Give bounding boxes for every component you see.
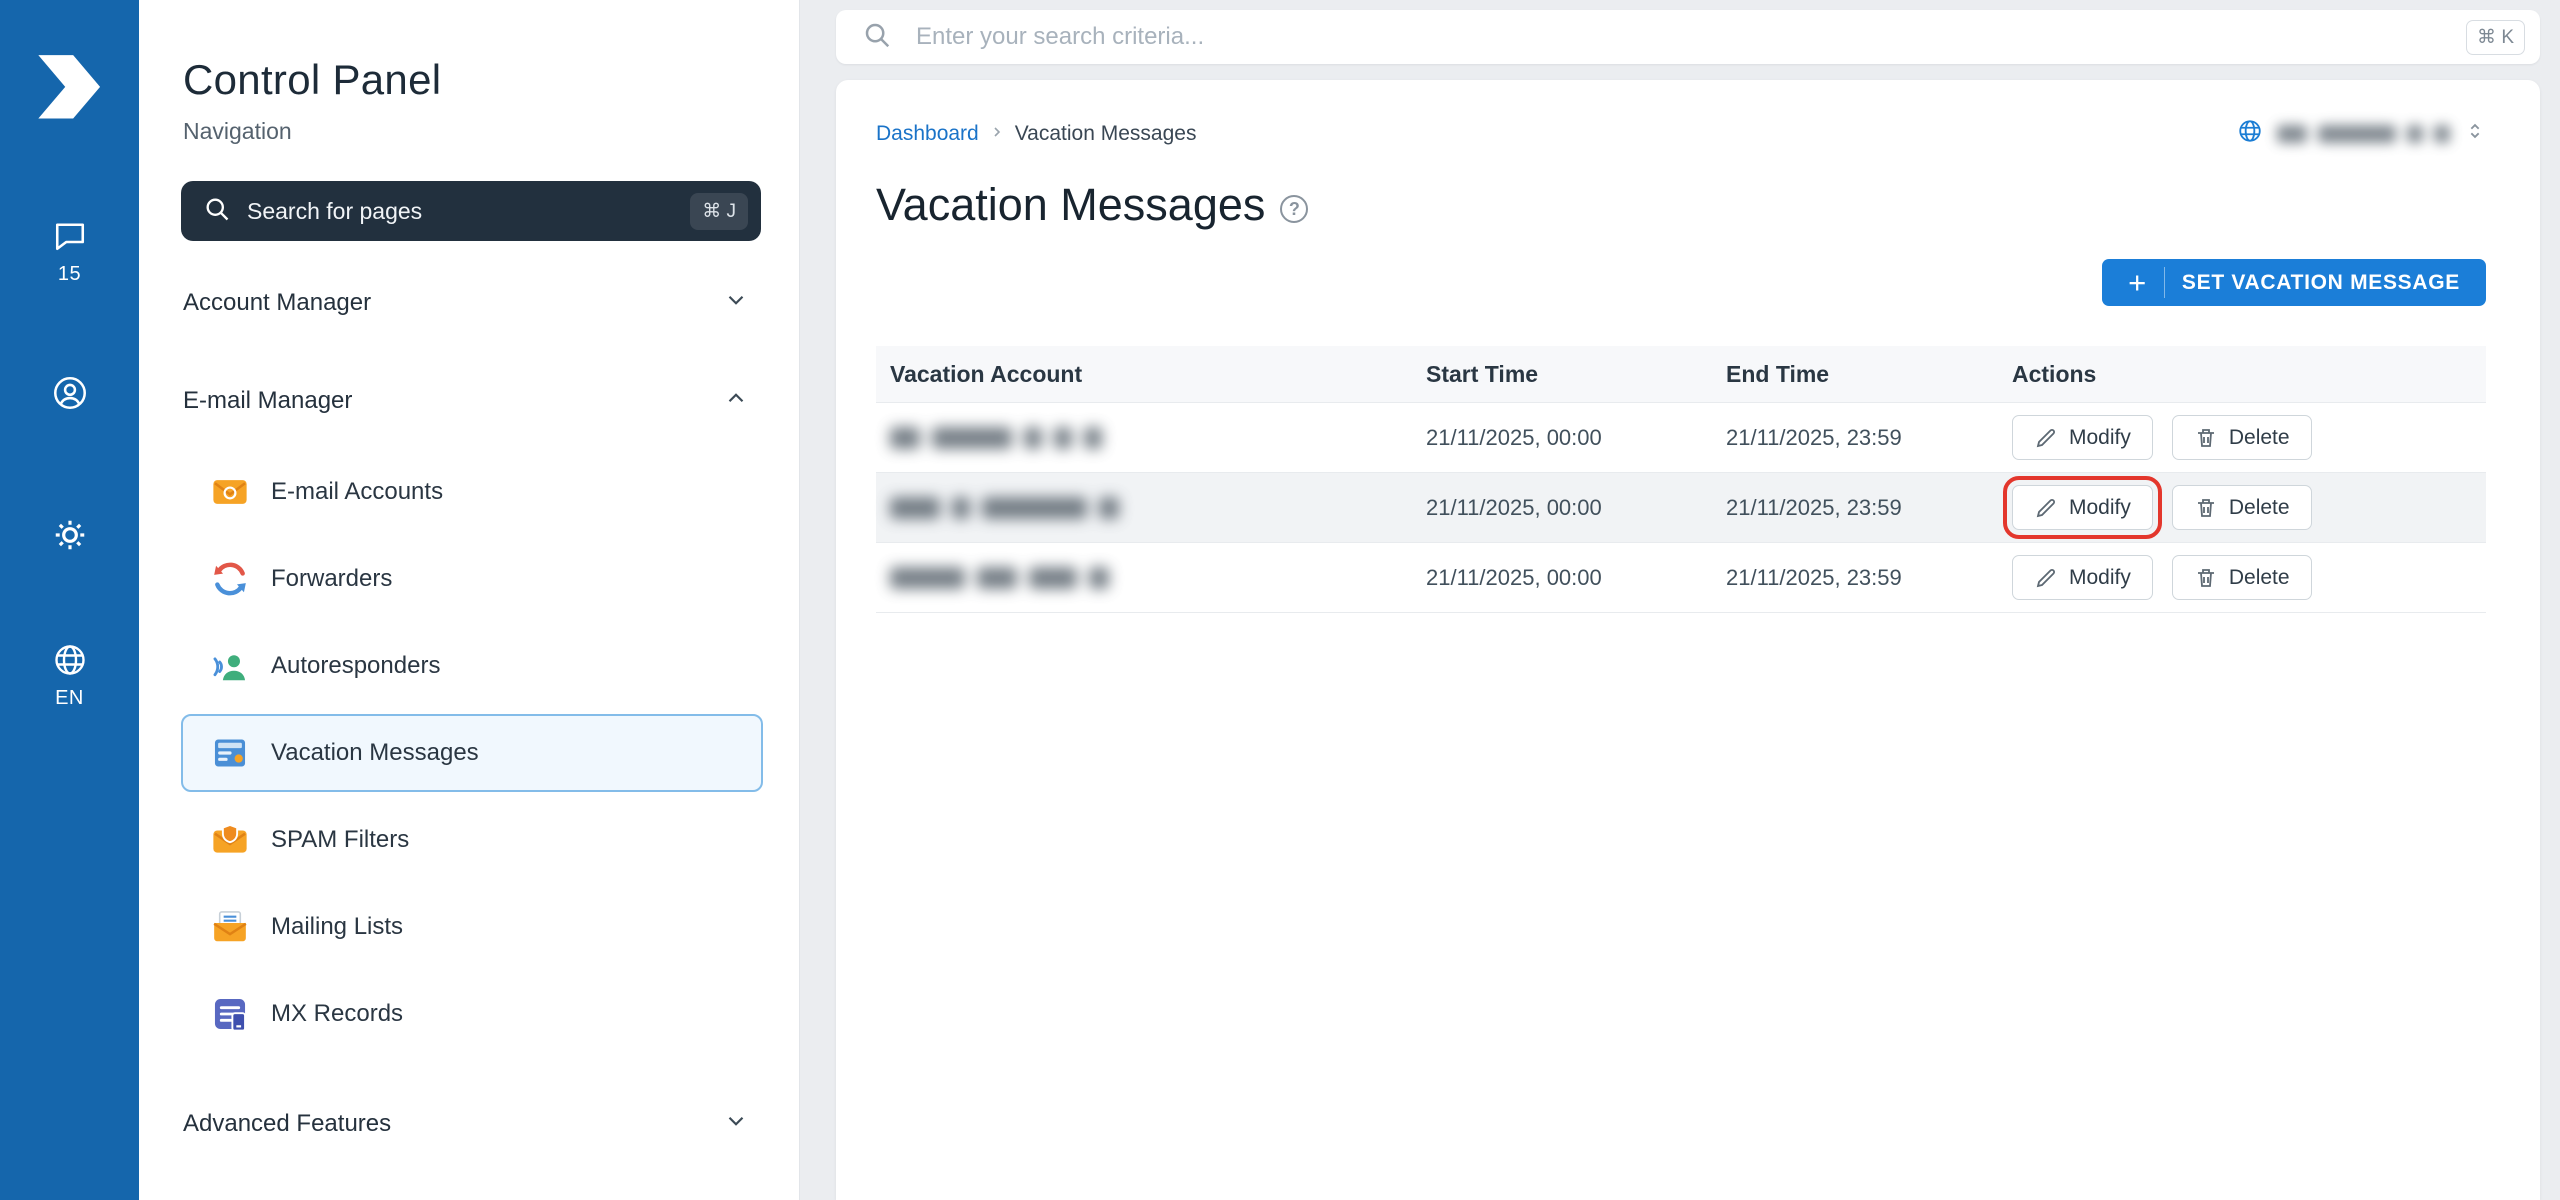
chevron-up-icon <box>723 385 749 418</box>
sidebar: Control Panel Navigation Search for page… <box>139 0 800 1200</box>
email-manager-items: E-mail Accounts Forwarders Autoresponder… <box>139 453 799 1062</box>
start-time-cell: 21/11/2025, 00:00 <box>1426 494 1602 520</box>
settings-button[interactable] <box>51 516 89 554</box>
sidebar-section-account-manager[interactable]: Account Manager <box>139 271 799 335</box>
page-title: Vacation Messages <box>876 179 1266 230</box>
sidebar-section-advanced-features[interactable]: Advanced Features <box>139 1092 799 1156</box>
plus-icon: + <box>2128 267 2165 298</box>
pencil-icon <box>2034 426 2058 450</box>
app-logo[interactable] <box>32 52 108 122</box>
sidebar-subtitle: Navigation <box>183 118 292 144</box>
global-search-shortcut: ⌘ K <box>2466 19 2525 55</box>
sidebar-item-vacation-messages[interactable]: Vacation Messages <box>181 714 763 792</box>
user-icon <box>51 374 89 412</box>
app-rail: 15 EN <box>0 0 139 1200</box>
end-time-cell: 21/11/2025, 23:59 <box>1726 424 1902 450</box>
main-area: ⌘ K Dashboard Vacation Messages <box>800 0 2560 1200</box>
globe-icon <box>2237 118 2263 149</box>
modify-button[interactable]: Modify <box>2003 476 2162 539</box>
breadcrumb-current: Vacation Messages <box>1014 121 1197 145</box>
modify-button[interactable]: Modify <box>2012 555 2153 600</box>
spam-filters-icon <box>211 821 249 859</box>
table-header-row: Vacation Account Start Time End Time Act… <box>876 346 2486 403</box>
trash-icon <box>2194 566 2218 590</box>
end-time-cell: 21/11/2025, 23:59 <box>1726 494 1902 520</box>
redacted-account-name <box>890 496 1426 519</box>
sidebar-section-email-manager[interactable]: E-mail Manager <box>139 369 799 433</box>
breadcrumb-dashboard-link[interactable]: Dashboard <box>876 122 979 146</box>
sidebar-item-label: Mailing Lists <box>271 913 404 940</box>
trash-icon <box>2194 426 2218 450</box>
start-time-cell: 21/11/2025, 00:00 <box>1426 424 1602 450</box>
sidebar-item-label: SPAM Filters <box>271 826 410 853</box>
section-label: Account Manager <box>183 289 372 316</box>
breadcrumb: Dashboard Vacation Messages <box>876 122 1196 146</box>
mx-records-icon <box>211 995 249 1033</box>
mailing-lists-icon <box>211 908 249 946</box>
table-row: 21/11/2025, 00:00 21/11/2025, 23:59 Modi… <box>876 473 2486 543</box>
end-time-cell: 21/11/2025, 23:59 <box>1726 564 1902 590</box>
header-start-time: Start Time <box>1426 360 1539 387</box>
sidebar-item-label: Vacation Messages <box>271 739 479 766</box>
global-search-input[interactable] <box>914 22 2467 52</box>
start-time-cell: 21/11/2025, 00:00 <box>1426 564 1602 590</box>
sidebar-title: Control Panel <box>183 56 442 103</box>
sidebar-item-mx-records[interactable]: MX Records <box>181 975 763 1053</box>
chevron-right-icon <box>989 122 1005 146</box>
language-label: EN <box>55 687 84 709</box>
trash-icon <box>2194 496 2218 520</box>
modify-button[interactable]: Modify <box>2012 415 2153 460</box>
select-chevrons-icon <box>2464 120 2486 147</box>
gear-icon <box>51 516 89 554</box>
header-end-time: End Time <box>1726 360 1830 387</box>
chat-icon <box>52 218 88 254</box>
sidebar-search-button[interactable]: Search for pages ⌘ J <box>181 181 761 241</box>
pencil-icon <box>2034 496 2058 520</box>
global-search-bar: ⌘ K <box>836 10 2540 64</box>
chevron-down-icon <box>723 287 749 320</box>
sidebar-item-label: Forwarders <box>271 565 393 592</box>
sidebar-item-spam-filters[interactable]: SPAM Filters <box>181 801 763 879</box>
set-vacation-message-button[interactable]: + SET VACATION MESSAGE <box>2102 259 2486 306</box>
section-label: Advanced Features <box>183 1110 392 1137</box>
content-card: Dashboard Vacation Messages Vacation Mes… <box>836 80 2540 1200</box>
forwarders-icon <box>211 560 249 598</box>
redacted-domain-text <box>2277 124 2450 143</box>
pencil-icon <box>2034 566 2058 590</box>
autoresponders-icon <box>211 647 249 685</box>
help-icon[interactable]: ? <box>1280 195 1309 223</box>
globe-icon <box>52 642 88 678</box>
chevron-down-icon <box>723 1108 749 1141</box>
email-accounts-icon <box>211 473 249 511</box>
sidebar-search-shortcut: ⌘ J <box>690 192 748 230</box>
section-label: E-mail Manager <box>183 387 353 414</box>
notification-count: 15 <box>57 263 82 285</box>
language-button[interactable]: EN <box>52 642 88 710</box>
header-actions: Actions <box>2012 360 2097 387</box>
table-row: 21/11/2025, 00:00 21/11/2025, 23:59 Modi… <box>876 403 2486 473</box>
sidebar-item-label: Autoresponders <box>271 652 441 679</box>
search-icon <box>203 195 231 228</box>
sidebar-item-autoresponders[interactable]: Autoresponders <box>181 627 763 705</box>
delete-button[interactable]: Delete <box>2171 485 2312 530</box>
header-vacation-account: Vacation Account <box>890 360 1083 387</box>
sidebar-item-forwarders[interactable]: Forwarders <box>181 540 763 618</box>
sidebar-item-email-accounts[interactable]: E-mail Accounts <box>181 453 763 531</box>
delete-button[interactable]: Delete <box>2171 555 2312 600</box>
vacation-messages-icon <box>211 734 249 772</box>
redacted-account-name <box>890 426 1426 449</box>
sidebar-item-label: E-mail Accounts <box>271 478 444 505</box>
sidebar-item-label: MX Records <box>271 1000 404 1027</box>
notifications-button[interactable]: 15 <box>52 218 88 286</box>
redacted-account-name <box>890 566 1426 589</box>
domain-selector[interactable] <box>2237 118 2486 149</box>
search-icon <box>862 20 892 55</box>
screen: 15 EN Control Panel Navigation Search fo… <box>0 0 2560 1200</box>
delete-button[interactable]: Delete <box>2171 415 2312 460</box>
table-row: 21/11/2025, 00:00 21/11/2025, 23:59 Modi… <box>876 543 2486 613</box>
sidebar-search-label: Search for pages <box>247 197 423 224</box>
vacation-messages-table: Vacation Account Start Time End Time Act… <box>876 346 2486 613</box>
account-button[interactable] <box>51 374 89 412</box>
sidebar-item-mailing-lists[interactable]: Mailing Lists <box>181 888 763 966</box>
